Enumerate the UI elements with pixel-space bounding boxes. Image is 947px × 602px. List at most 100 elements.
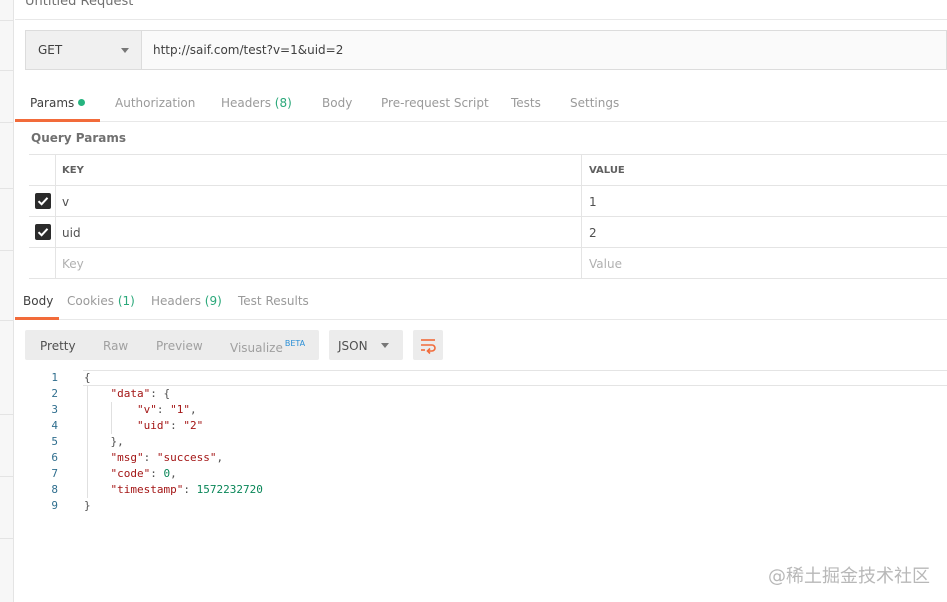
response-tabs: Body Cookies (1) Headers (9) Test Result… [15, 286, 947, 320]
line-number: 1 [51, 371, 58, 384]
tab-tests-label: Tests [511, 96, 541, 110]
new-key-input[interactable]: Key [62, 257, 84, 271]
json-key: "v" [136, 403, 157, 416]
row-checkbox-cell [29, 248, 56, 278]
response-tab-body[interactable]: Body [23, 294, 53, 308]
tab-headers[interactable]: Headers (8) [221, 96, 292, 110]
code-line: 5 }, [15, 434, 947, 450]
tab-pre-request-script-label: Pre-request Script [381, 96, 489, 110]
code-text: "msg": "success", [110, 451, 224, 464]
tab-authorization[interactable]: Authorization [115, 96, 195, 110]
tab-settings[interactable]: Settings [570, 96, 619, 110]
param-checkbox[interactable] [35, 193, 51, 209]
view-pretty-button[interactable]: Pretty [40, 339, 76, 353]
param-key[interactable]: v [62, 195, 69, 209]
tab-pre-request-script[interactable]: Pre-request Script [381, 96, 489, 110]
active-response-tab-indicator [15, 317, 59, 320]
line-number: 6 [51, 451, 58, 464]
key-column-header: KEY [62, 165, 84, 176]
format-select[interactable]: JSON [329, 330, 403, 360]
code-line: 8 "timestamp": 1572232720 [15, 482, 947, 498]
table-row: uid 2 [29, 217, 947, 248]
sidebar-divider [0, 320, 14, 321]
tab-authorization-label: Authorization [115, 96, 196, 110]
wrap-lines-button[interactable] [413, 330, 443, 360]
tab-headers-count: (8) [274, 96, 292, 110]
params-table-header: KEY VALUE [29, 155, 947, 186]
sidebar-divider [0, 414, 14, 415]
tab-tests[interactable]: Tests [511, 96, 541, 110]
json-string: "success" [156, 451, 217, 464]
response-tab-headers-count: (9) [204, 294, 222, 308]
tab-params-label: Params [30, 96, 75, 110]
response-tab-headers[interactable]: Headers (9) [151, 294, 222, 308]
code-text: { [84, 371, 91, 384]
tab-body[interactable]: Body [322, 96, 352, 110]
code-line: 9 } [15, 498, 947, 514]
method-select[interactable]: GET [26, 31, 142, 69]
sidebar-divider [0, 20, 14, 21]
code-text: } [84, 499, 91, 512]
query-params-title: Query Params [31, 131, 127, 145]
response-tab-cookies[interactable]: Cookies (1) [67, 294, 135, 308]
value-column-header: VALUE [589, 165, 625, 176]
tab-params[interactable]: Params [30, 96, 86, 110]
response-tab-body-label: Body [23, 294, 54, 308]
row-checkbox-cell [29, 186, 56, 216]
request-title[interactable]: Untitled Request [25, 0, 133, 9]
chevron-down-icon [121, 47, 129, 53]
active-tab-indicator [15, 119, 100, 122]
tab-headers-label: Headers [221, 96, 271, 110]
json-key: "timestamp" [110, 483, 184, 496]
sidebar-divider [0, 250, 14, 251]
column-divider[interactable] [581, 155, 582, 185]
view-visualize-button[interactable]: Visualize BETA [230, 339, 305, 355]
row-checkbox-cell [29, 217, 56, 247]
param-value[interactable]: 1 [589, 195, 597, 209]
sidebar-divider [0, 538, 14, 539]
column-divider [581, 186, 582, 216]
view-mode-group: Pretty Raw Preview Visualize BETA [25, 330, 319, 360]
code-text: }, [84, 435, 124, 448]
checkmark-icon [37, 197, 49, 206]
json-key: "code" [110, 467, 151, 480]
sidebar-divider [0, 70, 14, 71]
view-raw-button[interactable]: Raw [103, 339, 128, 353]
chevron-down-icon [381, 343, 389, 348]
response-tab-test-results[interactable]: Test Results [238, 294, 309, 308]
code-line: 2 "data": { [15, 386, 947, 402]
url-input[interactable] [142, 31, 946, 69]
method-label: GET [38, 43, 63, 57]
line-number: 2 [51, 387, 58, 400]
response-tab-test-results-label: Test Results [238, 294, 309, 308]
json-string: "1" [170, 403, 190, 416]
checkmark-icon [37, 228, 49, 237]
sidebar-divider [0, 188, 14, 189]
json-key: "uid" [136, 419, 171, 432]
response-tab-cookies-label: Cookies [67, 294, 114, 308]
response-tab-headers-label: Headers [151, 294, 201, 308]
response-body-editor[interactable]: 1 { 2 "data": { 3 "v": "1", 4 "uid": "2"… [15, 370, 947, 520]
line-number: 5 [51, 435, 58, 448]
code-line: 4 "uid": "2" [15, 418, 947, 434]
column-divider [581, 217, 582, 247]
line-number: 8 [51, 483, 58, 496]
code-line: 7 "code": 0, [15, 466, 947, 482]
tab-settings-label: Settings [570, 96, 620, 110]
code-line: 1 { [15, 370, 947, 386]
param-value[interactable]: 2 [589, 226, 597, 240]
code-text: "v": "1", [136, 403, 197, 416]
request-tabs: Params Authorization Headers (8) Body Pr… [15, 86, 947, 122]
beta-badge: BETA [284, 339, 306, 348]
code-text: "timestamp": 1572232720 [110, 483, 263, 496]
format-label: JSON [338, 339, 368, 353]
code-text: "code": 0, [110, 467, 177, 480]
new-value-input[interactable]: Value [589, 257, 622, 271]
param-checkbox[interactable] [35, 224, 51, 240]
table-row: v 1 [29, 186, 947, 217]
line-number: 3 [51, 403, 58, 416]
sidebar-divider [0, 476, 14, 477]
view-preview-button[interactable]: Preview [156, 339, 203, 353]
checkbox-column-header [29, 155, 56, 185]
param-key[interactable]: uid [62, 226, 81, 240]
